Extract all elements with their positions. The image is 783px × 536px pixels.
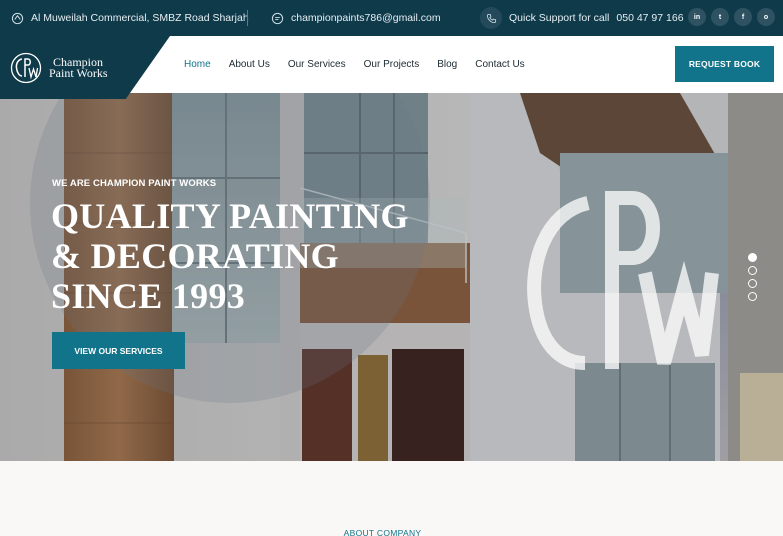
slide-dot-2[interactable] <box>748 266 757 275</box>
about-company-label: ABOUT COMPANY <box>343 528 422 536</box>
logo-wordmark: Champion Paint Works <box>49 56 108 80</box>
hero-subtitle: WE ARE CHAMPION PAINT WORKS <box>52 178 217 189</box>
slide-dot-3[interactable] <box>748 279 757 288</box>
nav-home[interactable]: Home <box>184 59 211 70</box>
chat-icon <box>270 11 284 25</box>
hero-title-line-1: QUALITY PAINTING <box>51 196 409 236</box>
nav-contact-us[interactable]: Contact Us <box>475 59 524 70</box>
slide-dot-1[interactable] <box>748 253 757 262</box>
email-item[interactable]: championpaints786@gmail.com <box>270 0 441 36</box>
linkedin-icon[interactable]: in <box>688 8 706 26</box>
email-link[interactable]: championpaints786@gmail.com <box>291 12 441 24</box>
hero-title: QUALITY PAINTING & DECORATING SINCE 1993 <box>51 196 409 316</box>
view-services-button[interactable]: VIEW OUR SERVICES <box>52 332 185 369</box>
nav-our-projects[interactable]: Our Projects <box>364 59 420 70</box>
nav-about-us[interactable]: About Us <box>229 59 270 70</box>
request-book-button[interactable]: REQUEST BOOK <box>675 46 774 82</box>
main-nav: Home About Us Our Services Our Projects … <box>184 36 525 93</box>
hero-title-line-3: SINCE 1993 <box>51 276 246 316</box>
slide-dot-4[interactable] <box>748 292 757 301</box>
slider-pagination <box>748 253 757 301</box>
about-section: ABOUT COMPANY <box>0 461 783 536</box>
topbar-divider <box>247 10 248 26</box>
logo-line-2: Paint Works <box>49 66 108 80</box>
twitter-icon[interactable]: t <box>711 8 729 26</box>
monogram-icon <box>10 52 42 84</box>
address-item: Al Muweilah Commercial, SMBZ Road Sharja… <box>10 0 249 36</box>
support-label: Quick Support for call <box>509 12 610 24</box>
nav-blog[interactable]: Blog <box>437 59 457 70</box>
site-logo[interactable]: Champion Paint Works <box>9 52 107 84</box>
instagram-icon[interactable]: o <box>757 8 775 26</box>
support-item[interactable]: Quick Support for call 050 47 97 166 <box>480 0 684 36</box>
support-phone[interactable]: 050 47 97 166 <box>616 12 683 24</box>
nav-our-services[interactable]: Our Services <box>288 59 346 70</box>
phone-icon <box>480 7 502 29</box>
facebook-icon[interactable]: f <box>734 8 752 26</box>
location-icon <box>10 11 24 25</box>
hero-slider: WE ARE CHAMPION PAINT WORKS QUALITY PAIN… <box>0 93 783 461</box>
hero-title-line-2: & DECORATING <box>51 236 339 276</box>
top-info-bar: Al Muweilah Commercial, SMBZ Road Sharja… <box>0 0 783 36</box>
address-text: Al Muweilah Commercial, SMBZ Road Sharja… <box>31 12 249 24</box>
social-links: in t f o <box>688 8 775 26</box>
